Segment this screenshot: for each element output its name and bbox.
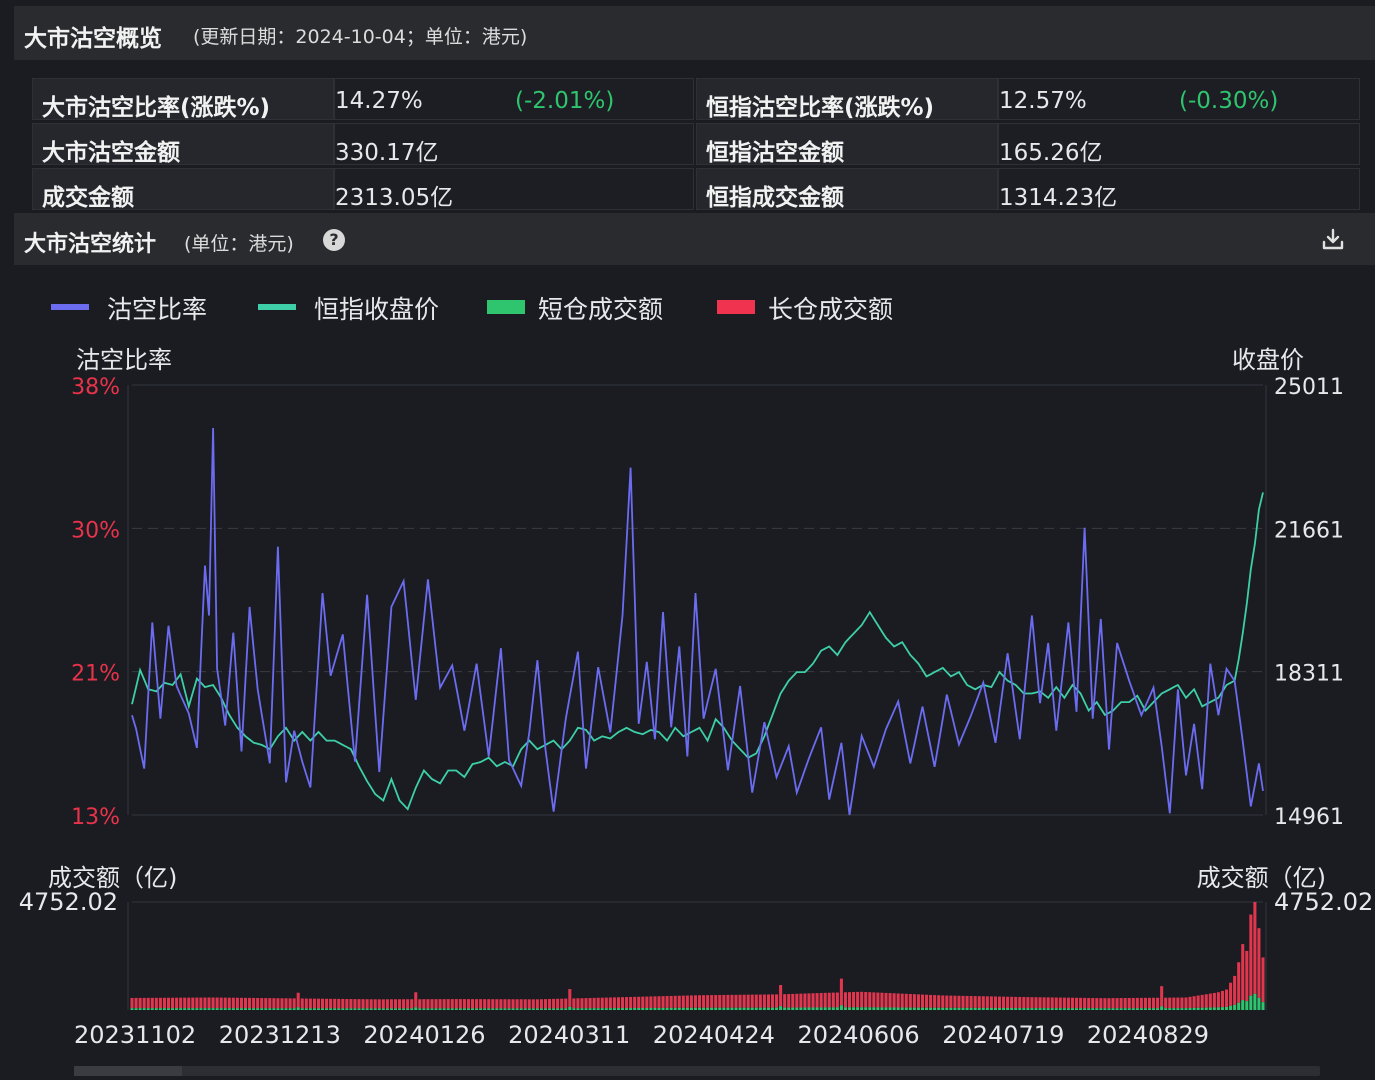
market-short-amount-label: 大市沽空金额	[42, 140, 180, 166]
summary-label-cell: 恒指成交金额	[696, 168, 998, 211]
chart-scrollbar[interactable]	[74, 1066, 1320, 1076]
hsi-short-amount-label: 恒指沽空金额	[706, 140, 844, 166]
question-circle-icon[interactable]: ?	[323, 229, 345, 251]
hsi-turnover-label: 恒指成交金额	[706, 185, 844, 211]
hsi-short-ratio-label: 恒指沽空比率(涨跌%)	[706, 95, 935, 121]
summary-table: 大市沽空比率(涨跌%) 14.27% (-2.01%) 恒指沽空比率(涨跌%) …	[32, 78, 1360, 212]
legend-label: 长仓成交额	[768, 295, 894, 324]
market-short-amount-value: 330.17亿	[335, 140, 439, 166]
turnover-label: 成交金额	[42, 185, 134, 211]
hsi-short-amount-value: 165.26亿	[999, 140, 1103, 166]
scrollbar-thumb[interactable]	[74, 1066, 182, 1076]
overview-header: 大市沽空概览 (更新日期：2024-10-04；单位：港元)	[14, 6, 1375, 60]
hsi-short-ratio-value: 12.57%	[999, 88, 1087, 114]
market-short-ratio-label: 大市沽空比率(涨跌%)	[42, 95, 271, 121]
summary-label-cell: 恒指沽空金额	[696, 123, 998, 166]
turnover-value: 2313.05亿	[335, 185, 454, 211]
legend-label: 短仓成交额	[538, 295, 664, 324]
hsi-turnover-value: 1314.23亿	[999, 185, 1118, 211]
legend-box-swatch	[717, 300, 755, 314]
summary-label-cell: 恒指沽空比率(涨跌%)	[696, 78, 998, 121]
market-short-ratio-value: 14.27%	[335, 88, 423, 114]
summary-label-cell: 成交金额	[32, 168, 334, 211]
overview-subtitle: (更新日期：2024-10-04；单位：港元)	[193, 26, 528, 48]
summary-value-cell: 2313.05亿	[334, 168, 694, 211]
legend-label: 沽空比率	[107, 295, 208, 324]
summary-value-cell: 330.17亿	[334, 123, 694, 166]
legend-label: 恒指收盘价	[314, 295, 440, 324]
statistics-title: 大市沽空统计	[24, 232, 157, 257]
summary-value-cell: 1314.23亿	[998, 168, 1360, 211]
chart-area	[14, 265, 1375, 1080]
overview-title: 大市沽空概览	[24, 26, 162, 52]
statistics-subtitle: (单位：港元)	[184, 233, 294, 255]
download-icon[interactable]	[1320, 227, 1346, 253]
summary-value-cell: 12.57% (-0.30%)	[998, 78, 1360, 120]
legend-box-swatch	[487, 300, 525, 314]
legend-line-swatch	[258, 304, 296, 310]
market-short-ratio-change: (-2.01%)	[515, 88, 615, 114]
legend-line-swatch	[51, 304, 89, 310]
statistics-header: 大市沽空统计 (单位：港元) ?	[14, 213, 1375, 265]
summary-label-cell: 大市沽空金额	[32, 123, 334, 166]
summary-value-cell: 165.26亿	[998, 123, 1360, 166]
summary-label-cell: 大市沽空比率(涨跌%)	[32, 78, 334, 121]
summary-value-cell: 14.27% (-2.01%)	[334, 78, 694, 120]
hsi-short-ratio-change: (-0.30%)	[1179, 88, 1279, 114]
